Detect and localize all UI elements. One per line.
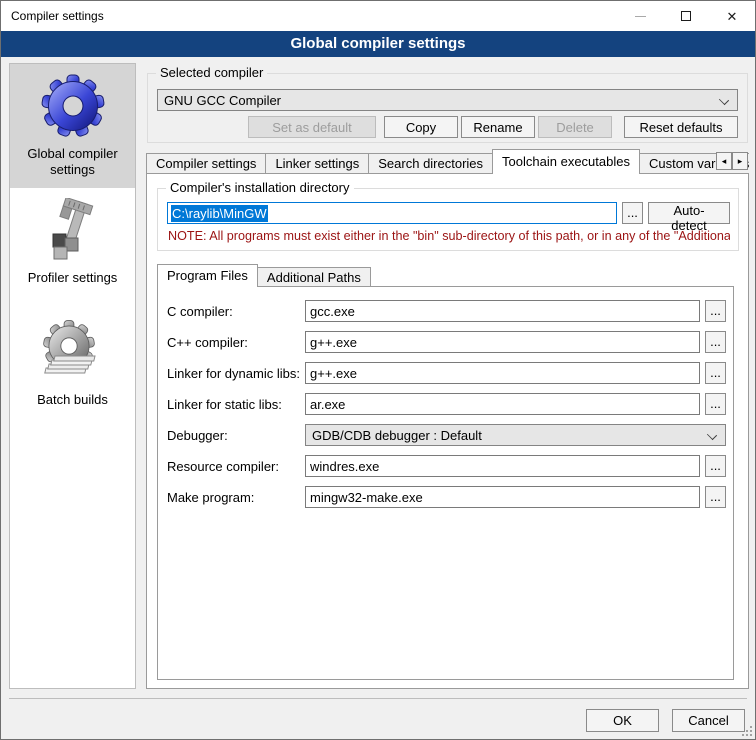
subtab-program-files[interactable]: Program Files [157,264,258,287]
cancel-button[interactable]: Cancel [672,709,745,732]
resource-compiler-row: Resource compiler: ... [167,455,726,477]
static-linker-input[interactable] [305,393,700,415]
sidebar-item-label: Profiler settings [28,270,118,286]
page-title: Global compiler settings [1,31,755,57]
static-linker-browse-button[interactable]: ... [705,393,726,415]
resize-grip[interactable] [742,726,752,736]
close-icon: ✕ [727,10,738,23]
c-compiler-label: C compiler: [167,304,305,319]
c-compiler-row: C compiler: ... [167,300,726,322]
minimize-button[interactable] [617,1,663,31]
static-linker-row: Linker for static libs: ... [167,393,726,415]
toolchain-executables-panel: Compiler's installation directory C:\ray… [146,173,749,689]
tab-scroll-right-button[interactable]: ▸ [732,152,748,170]
caliper-icon [41,198,105,262]
maximize-button[interactable] [663,1,709,31]
cpp-compiler-input[interactable] [305,331,700,353]
resource-compiler-label: Resource compiler: [167,459,305,474]
tab-search-directories[interactable]: Search directories [368,153,493,174]
set-as-default-button[interactable]: Set as default [248,116,376,138]
installation-directory-label: Compiler's installation directory [166,180,354,196]
resource-compiler-input[interactable] [305,455,700,477]
compiler-select[interactable]: GNU GCC Compiler [157,89,738,111]
install-dir-input[interactable]: C:\raylib\MinGW [167,202,617,224]
tab-linker-settings[interactable]: Linker settings [265,153,369,174]
minimize-icon [635,16,646,17]
tab-scroll-buttons: ◂ ▸ [716,152,748,170]
chevron-down-icon [719,95,729,105]
compiler-select-value: GNU GCC Compiler [164,93,281,108]
dynamic-linker-browse-button[interactable]: ... [705,362,726,384]
resource-compiler-browse-button[interactable]: ... [705,455,726,477]
sidebar-item-global-compiler-settings[interactable]: Global compiler settings [10,64,135,188]
compiler-buttons-row: Set as default Copy Rename Delete Reset … [157,116,738,138]
rename-button[interactable]: Rename [461,116,535,138]
ok-button[interactable]: OK [586,709,659,732]
titlebar[interactable]: Compiler settings ✕ [1,1,755,31]
subtab-additional-paths[interactable]: Additional Paths [257,267,371,287]
make-program-row: Make program: ... [167,486,726,508]
browse-install-dir-button[interactable]: ... [622,202,643,224]
installation-directory-group: Compiler's installation directory C:\ray… [157,188,739,251]
footer-divider [9,698,747,699]
cpp-compiler-label: C++ compiler: [167,335,305,350]
dynamic-linker-input[interactable] [305,362,700,384]
c-compiler-input[interactable] [305,300,700,322]
maximize-icon [681,11,691,21]
reset-defaults-button[interactable]: Reset defaults [624,116,738,138]
chevron-down-icon [707,430,717,440]
toolchain-subtabs: Program Files Additional Paths [157,264,748,287]
close-button[interactable]: ✕ [709,1,755,31]
make-program-input[interactable] [305,486,700,508]
tab-compiler-settings[interactable]: Compiler settings [146,153,266,174]
make-program-browse-button[interactable]: ... [705,486,726,508]
install-dir-selected-text: C:\raylib\MinGW [171,205,268,222]
tab-toolchain-executables[interactable]: Toolchain executables [492,149,640,174]
caption-buttons: ✕ [617,1,755,31]
sidebar-item-label: Global compiler settings [12,146,133,178]
selected-compiler-group: Selected compiler GNU GCC Compiler Set a… [147,73,748,143]
settings-category-sidebar: Global compiler settings Profiler se [9,63,136,689]
bin-subdirectory-note: NOTE: All programs must exist either in … [168,229,730,243]
compiler-tabs: Compiler settings Linker settings Search… [146,149,749,174]
dynamic-linker-row: Linker for dynamic libs: ... [167,362,726,384]
debugger-select-value: GDB/CDB debugger : Default [312,428,482,443]
cpp-compiler-browse-button[interactable]: ... [705,331,726,353]
sidebar-item-batch-builds[interactable]: Batch builds [10,310,135,418]
compiler-settings-dialog: Compiler settings ✕ Global compiler sett… [0,0,756,740]
cpp-compiler-row: C++ compiler: ... [167,331,726,353]
selected-compiler-group-label: Selected compiler [156,65,267,81]
window-title: Compiler settings [1,9,617,23]
sidebar-item-profiler-settings[interactable]: Profiler settings [10,188,135,296]
main-content: Selected compiler GNU GCC Compiler Set a… [146,63,749,689]
tab-scroll-left-button[interactable]: ◂ [716,152,732,170]
copy-button[interactable]: Copy [384,116,458,138]
c-compiler-browse-button[interactable]: ... [705,300,726,322]
debugger-select[interactable]: GDB/CDB debugger : Default [305,424,726,446]
static-linker-label: Linker for static libs: [167,397,305,412]
installation-directory-row: C:\raylib\MinGW ... Auto-detect [167,202,730,224]
delete-button[interactable]: Delete [538,116,612,138]
make-program-label: Make program: [167,490,305,505]
debugger-label: Debugger: [167,428,305,443]
blue-gear-icon [41,74,105,138]
auto-detect-button[interactable]: Auto-detect [648,202,730,224]
debugger-row: Debugger: GDB/CDB debugger : Default [167,424,726,446]
program-files-panel: C compiler: ... C++ compiler: ... Linker… [157,286,734,680]
dynamic-linker-label: Linker for dynamic libs: [167,366,305,381]
sidebar-item-label: Batch builds [37,392,108,408]
gear-stack-icon [41,320,105,384]
